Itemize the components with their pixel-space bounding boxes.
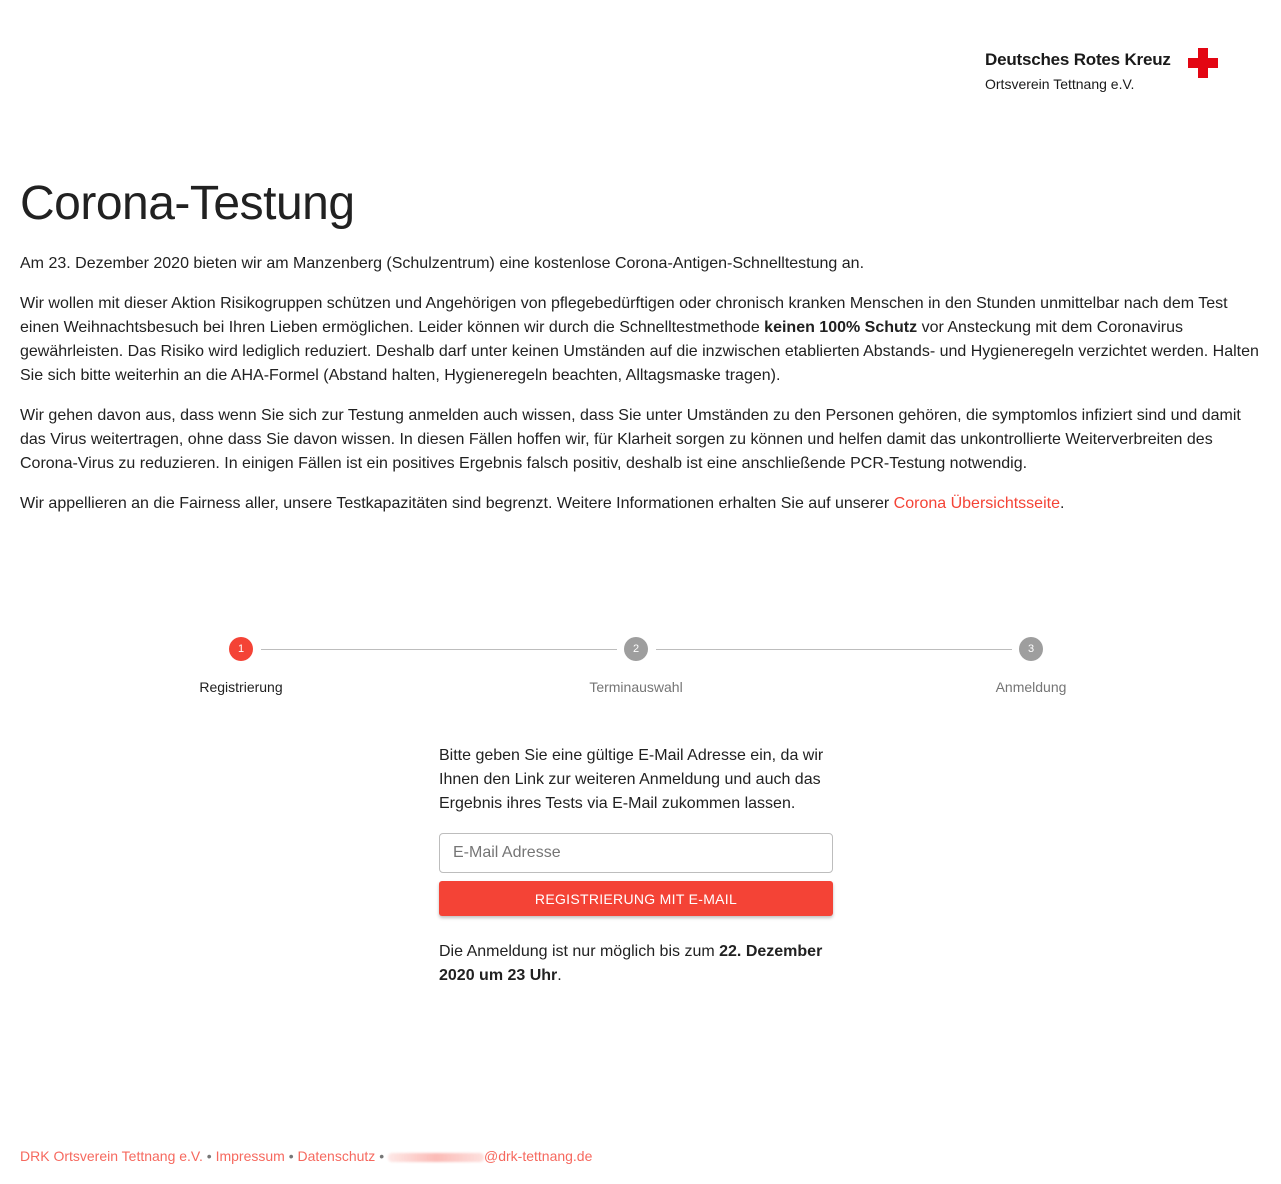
registration-stepper: 1 Registrierung 2 Terminauswahl 3 Anmeld… [0, 637, 1281, 707]
step-connector-2 [656, 649, 1012, 650]
corona-overview-link[interactable]: Corona Übersichtsseite [894, 495, 1060, 512]
footer-separator: • [379, 1148, 385, 1164]
intro-p3-text: Wir gehen davon aus, dass wenn Sie sich … [20, 407, 1241, 472]
intro-p2-bold: keinen 100% Schutz [764, 319, 918, 336]
intro-paragraph-2: Wir wollen mit dieser Aktion Risikogrupp… [20, 292, 1260, 388]
footer: DRK Ortsverein Tettnang e.V. • Impressum… [20, 1148, 592, 1164]
intro-p4-text-after: . [1059, 495, 1065, 512]
step-1-circle: 1 [229, 637, 253, 661]
intro-paragraph-4: Wir appellieren an die Fairness aller, u… [20, 492, 1260, 516]
step-3-circle: 3 [1019, 637, 1043, 661]
deadline-text-after: . [557, 967, 562, 984]
step-connector-1 [261, 649, 617, 650]
footer-email-domain: @drk-tettnang.de [484, 1148, 593, 1164]
red-cross-icon [1188, 48, 1218, 78]
intro-p1-text: Am 23. Dezember 2020 bieten wir am Manze… [20, 255, 865, 272]
footer-separator: • [206, 1148, 212, 1164]
footer-separator: • [288, 1148, 294, 1164]
page-title: Corona-Testung [20, 177, 355, 230]
step-1-label: Registrierung [199, 679, 283, 695]
logo-name: Deutsches Rotes Kreuz [985, 50, 1171, 69]
form-instructions: Bitte geben Sie eine gültige E-Mail Adre… [439, 747, 824, 812]
registration-deadline: Die Anmeldung ist nur möglich bis zum 22… [439, 940, 833, 988]
intro-p4-text-before: Wir appellieren an die Fairness aller, u… [20, 495, 894, 512]
email-input[interactable] [439, 833, 833, 873]
deadline-text-before: Die Anmeldung ist nur möglich bis zum [439, 943, 720, 960]
intro-paragraph-1: Am 23. Dezember 2020 bieten wir am Manze… [20, 252, 1260, 276]
redacted-email-user [388, 1152, 484, 1162]
register-with-email-button[interactable]: REGISTRIERUNG MIT E-MAIL [439, 881, 833, 916]
logo-subtitle: Ortsverein Tettnang e.V. [985, 76, 1135, 92]
footer-email-link[interactable]: @drk-tettnang.de [388, 1148, 592, 1164]
registration-form: Bitte geben Sie eine gültige E-Mail Adre… [439, 744, 833, 984]
drk-logo: Deutsches Rotes Kreuz Ortsverein Tettnan… [985, 48, 1225, 94]
intro-paragraph-3: Wir gehen davon aus, dass wenn Sie sich … [20, 404, 1260, 476]
step-2-label: Terminauswahl [589, 679, 683, 695]
red-cross-shape [1188, 48, 1218, 78]
step-2-circle: 2 [624, 637, 648, 661]
step-3-label: Anmeldung [995, 679, 1067, 695]
footer-impressum-link[interactable]: Impressum [216, 1148, 285, 1164]
footer-org-link[interactable]: DRK Ortsverein Tettnang e.V. [20, 1148, 203, 1164]
footer-datenschutz-link[interactable]: Datenschutz [297, 1148, 375, 1164]
intro-section: Am 23. Dezember 2020 bieten wir am Manze… [20, 252, 1260, 532]
